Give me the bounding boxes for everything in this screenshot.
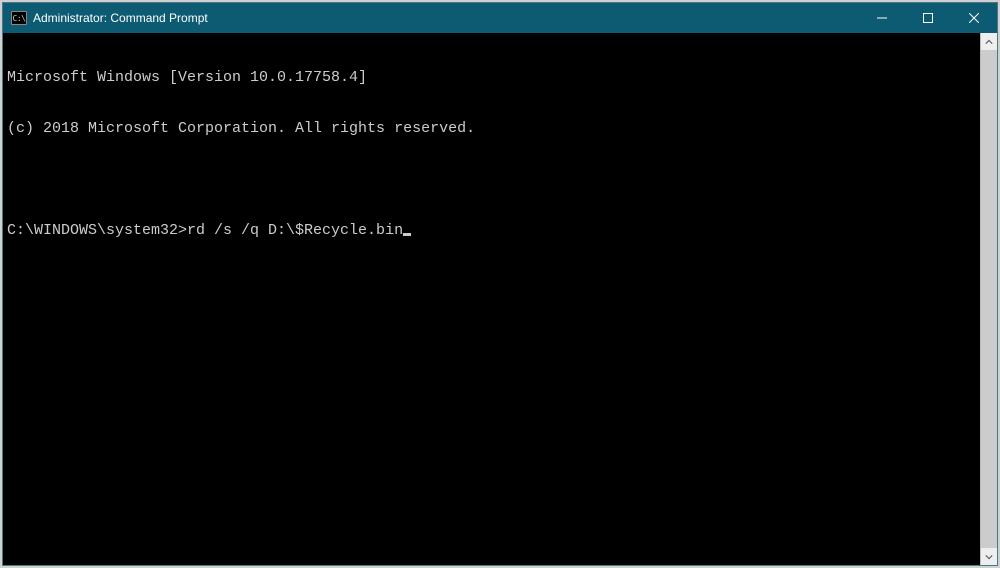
terminal-line: Microsoft Windows [Version 10.0.17758.4] — [7, 69, 980, 86]
window-controls — [859, 3, 997, 33]
minimize-icon — [877, 13, 887, 23]
chevron-down-icon — [985, 553, 993, 561]
chevron-up-icon — [985, 38, 993, 46]
cursor — [403, 233, 411, 236]
vertical-scrollbar[interactable] — [980, 33, 997, 565]
terminal-line: (c) 2018 Microsoft Corporation. All righ… — [7, 120, 980, 137]
prompt: C:\WINDOWS\system32> — [7, 222, 187, 239]
client-area: Microsoft Windows [Version 10.0.17758.4]… — [3, 33, 997, 565]
command-prompt-window: C:\ Administrator: Command Prompt Micros… — [2, 2, 998, 566]
window-title: Administrator: Command Prompt — [33, 11, 859, 25]
command-input[interactable]: rd /s /q D:\$Recycle.bin — [187, 222, 403, 239]
scroll-thumb[interactable] — [981, 50, 997, 548]
cmd-icon: C:\ — [11, 11, 27, 25]
close-button[interactable] — [951, 3, 997, 33]
scroll-up-button[interactable] — [981, 33, 997, 50]
scroll-down-button[interactable] — [981, 548, 997, 565]
prompt-line: C:\WINDOWS\system32>rd /s /q D:\$Recycle… — [7, 222, 980, 239]
maximize-button[interactable] — [905, 3, 951, 33]
scroll-track[interactable] — [981, 50, 997, 548]
titlebar[interactable]: C:\ Administrator: Command Prompt — [3, 3, 997, 33]
minimize-button[interactable] — [859, 3, 905, 33]
terminal[interactable]: Microsoft Windows [Version 10.0.17758.4]… — [3, 33, 980, 565]
maximize-icon — [923, 13, 933, 23]
close-icon — [969, 13, 979, 23]
terminal-line — [7, 171, 980, 188]
